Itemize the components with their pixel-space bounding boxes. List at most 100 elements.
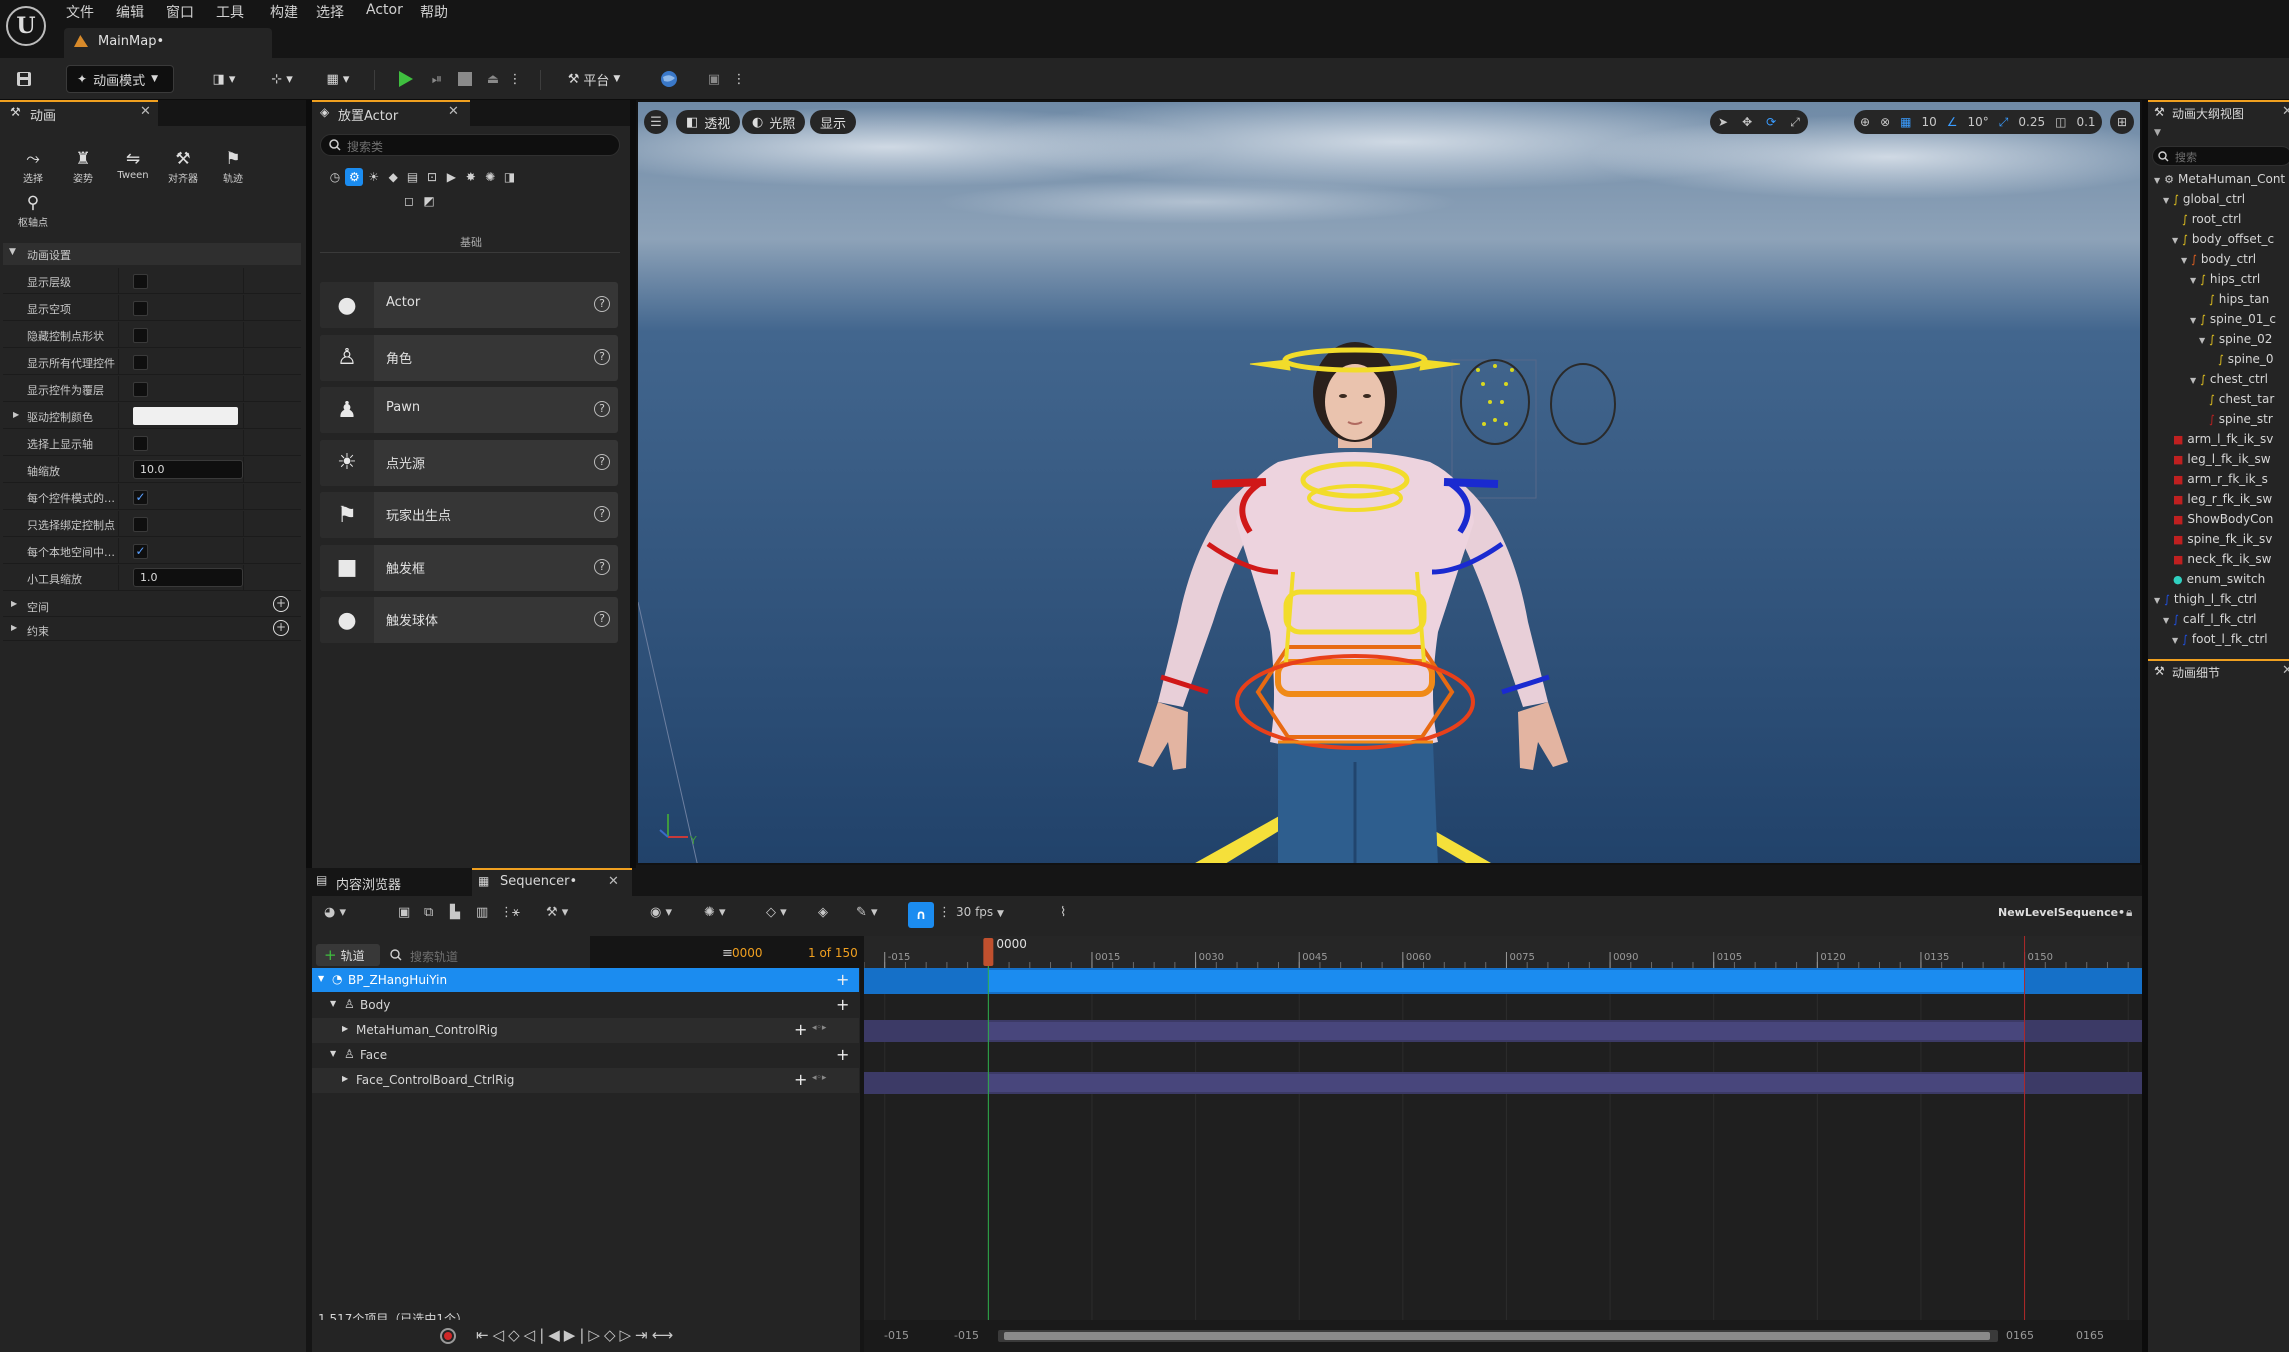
chevron-down-icon[interactable]: ▼: [2172, 636, 2178, 645]
skip-frame-button[interactable]: ⏯: [424, 65, 450, 93]
save-sequence-icon[interactable]: ▣: [398, 905, 410, 920]
key-nav-icon[interactable]: ◂◦▸: [812, 1073, 826, 1083]
blueprint-button[interactable]: ⊹ ▾: [262, 65, 302, 93]
sequencer-track[interactable]: ▶ Face_ControlBoard_CtrlRig + ◂◦▸: [312, 1068, 859, 1093]
range-scroll-thumb[interactable]: [1004, 1332, 1990, 1340]
stop-button[interactable]: [452, 65, 478, 93]
outliner-row[interactable]: ∫ spine_0: [2208, 352, 2274, 372]
chevron-down-icon[interactable]: ▼: [2172, 236, 2178, 245]
sequencer-track[interactable]: ▼ ♙ Body +: [312, 993, 859, 1018]
chevron-down-icon[interactable]: ▼: [2163, 616, 2169, 625]
help-icon[interactable]: ?: [594, 296, 610, 312]
outliner-row[interactable]: ■ leg_r_fk_ik_sw: [2163, 492, 2272, 512]
anim-setting-checkbox[interactable]: [133, 301, 148, 316]
render-movie-icon[interactable]: ▙: [450, 905, 460, 920]
all-classes-icon[interactable]: ✺: [481, 168, 499, 186]
chevron-down-icon[interactable]: ▼: [330, 999, 336, 1008]
grid-snap-icon[interactable]: ▦: [1900, 115, 1911, 129]
tab-sequencer[interactable]: Sequencer•: [500, 874, 577, 889]
track-search-input[interactable]: 搜索轨道: [386, 944, 546, 966]
layout-button[interactable]: ⊞: [2110, 110, 2134, 134]
outliner-row[interactable]: ■ leg_l_fk_ik_sw: [2163, 452, 2271, 472]
step-fwd-icon[interactable]: |▷: [579, 1326, 604, 1344]
menu-item-1[interactable]: 编辑: [116, 2, 144, 22]
geometry-icon[interactable]: ◨: [501, 168, 519, 186]
help-icon[interactable]: ?: [594, 453, 610, 470]
menu-item-0[interactable]: 文件: [66, 2, 94, 22]
tab-anim-details[interactable]: 动画细节: [2172, 664, 2220, 681]
anim-subsection[interactable]: ▶ 空间 +: [3, 595, 301, 617]
anim-setting-checkbox[interactable]: ✓: [133, 490, 148, 505]
outliner-row[interactable]: ▼ ∫ hips_ctrl: [2190, 272, 2260, 292]
layers-icon[interactable]: ◩: [420, 192, 438, 210]
eject-button[interactable]: ⏏: [480, 65, 506, 93]
auto-key-icon[interactable]: ✺ ▾: [704, 905, 726, 920]
pen-icon[interactable]: ✎ ▾: [856, 905, 878, 920]
grid-snap-value[interactable]: 10: [1921, 115, 1936, 129]
menu-item-6[interactable]: Actor: [366, 2, 403, 18]
rotation-snap-value[interactable]: 10°: [1968, 115, 1989, 129]
anim-setting-number-input[interactable]: 10.0: [133, 460, 243, 479]
add-key-icon[interactable]: +: [836, 970, 849, 989]
show-button[interactable]: 显示: [810, 110, 857, 134]
close-icon[interactable]: ✕: [2282, 663, 2289, 678]
visual-effects-icon[interactable]: ⊡: [423, 168, 441, 186]
chevron-right-icon[interactable]: ▶: [13, 410, 19, 419]
tab-animation[interactable]: 动画: [30, 105, 56, 124]
add-actor-button[interactable]: ◨ ▾: [204, 65, 244, 93]
add-key-icon[interactable]: +: [836, 995, 849, 1014]
outliner-row[interactable]: ▼ ∫ chest_ctrl: [2190, 372, 2268, 392]
anim-tool-3[interactable]: ⚒ 对齐器: [160, 150, 206, 185]
add-track-button[interactable]: + 轨道: [316, 944, 380, 966]
anim-setting-checkbox[interactable]: ✓: [133, 544, 148, 559]
outliner-row[interactable]: ▼ ∫ foot_l_fk_ctrl: [2172, 632, 2268, 652]
curve-editor-icon[interactable]: ⌇: [1060, 905, 1066, 920]
outliner-row[interactable]: ∫ root_ctrl: [2172, 212, 2241, 232]
outliner-row[interactable]: ▼ ∫ spine_02: [2199, 332, 2272, 352]
lighting-button[interactable]: ◐ 光照: [742, 110, 806, 134]
camera-icon[interactable]: ◫: [2055, 115, 2066, 129]
outliner-row[interactable]: ■ spine_fk_ik_sv: [2163, 532, 2272, 552]
cinematic-icon[interactable]: ▤: [404, 168, 422, 186]
outliner-row[interactable]: ■ ShowBodyCon: [2163, 512, 2273, 532]
move-icon[interactable]: ✥: [1738, 115, 1756, 129]
fps-dropdown[interactable]: 30 fps ▼: [956, 905, 1004, 919]
chevron-down-icon[interactable]: ▼: [2190, 276, 2196, 285]
menu-item-4[interactable]: 构建: [270, 2, 298, 22]
settings-button[interactable]: ▣: [702, 65, 726, 93]
select-cursor-icon[interactable]: ➤: [1714, 115, 1732, 129]
anim-tool-5[interactable]: ⚲ 枢轴点: [10, 194, 56, 229]
volumes-icon[interactable]: ✸: [462, 168, 480, 186]
anim-setting-checkbox[interactable]: [133, 355, 148, 370]
outliner-row[interactable]: ■ neck_fk_ik_sw: [2163, 552, 2271, 572]
add-key-icon[interactable]: +: [836, 1045, 849, 1064]
anim-setting-checkbox[interactable]: [133, 274, 148, 289]
chevron-down-icon[interactable]: ▼: [2154, 176, 2160, 185]
outliner-row[interactable]: ■ arm_r_fk_ik_s: [2163, 472, 2268, 492]
scale-snap-icon[interactable]: ⤢: [1999, 115, 2009, 130]
outliner-row[interactable]: ▼ ∫ calf_l_fk_ctrl: [2163, 612, 2256, 632]
anim-setting-checkbox[interactable]: [133, 382, 148, 397]
jump-end-icon[interactable]: ⇥: [635, 1326, 652, 1344]
timeline-area[interactable]: -015 0015 0030 0045 0060 0075 0090 0105 0120 0135…: [864, 936, 2142, 1352]
lights-icon[interactable]: ☀: [365, 168, 383, 186]
platform-dropdown[interactable]: ⚒ 平台 ▼: [558, 65, 630, 93]
rotate-icon[interactable]: ⟳: [1762, 115, 1780, 129]
more-vertical-icon[interactable]: ⋮: [938, 905, 951, 920]
range-scrollbar[interactable]: [998, 1330, 1998, 1342]
anim-tool-0[interactable]: ⤳ 选择: [10, 150, 56, 185]
reverse-icon[interactable]: ◀: [548, 1326, 564, 1344]
step-back-icon[interactable]: ◁|: [524, 1326, 549, 1344]
actor-item[interactable]: ☀ 点光源?: [320, 439, 618, 486]
outliner-row[interactable]: ∫ hips_tan: [2199, 292, 2269, 312]
outliner-row[interactable]: ▼ ∫ global_ctrl: [2163, 192, 2245, 212]
rotation-snap-icon[interactable]: ∠: [1947, 115, 1958, 129]
chevron-down-icon[interactable]: ▼: [2154, 128, 2161, 138]
play-forward-icon[interactable]: ▶: [564, 1326, 580, 1344]
key-nav-icon[interactable]: ◂◦▸: [812, 1023, 826, 1033]
chevron-down-icon[interactable]: ▼: [330, 1049, 336, 1058]
actor-item[interactable]: ● Actor?: [320, 282, 618, 328]
help-icon[interactable]: ?: [594, 348, 610, 365]
camera-cut-icon[interactable]: ▥: [476, 905, 488, 920]
box-icon[interactable]: ◻: [400, 192, 418, 210]
